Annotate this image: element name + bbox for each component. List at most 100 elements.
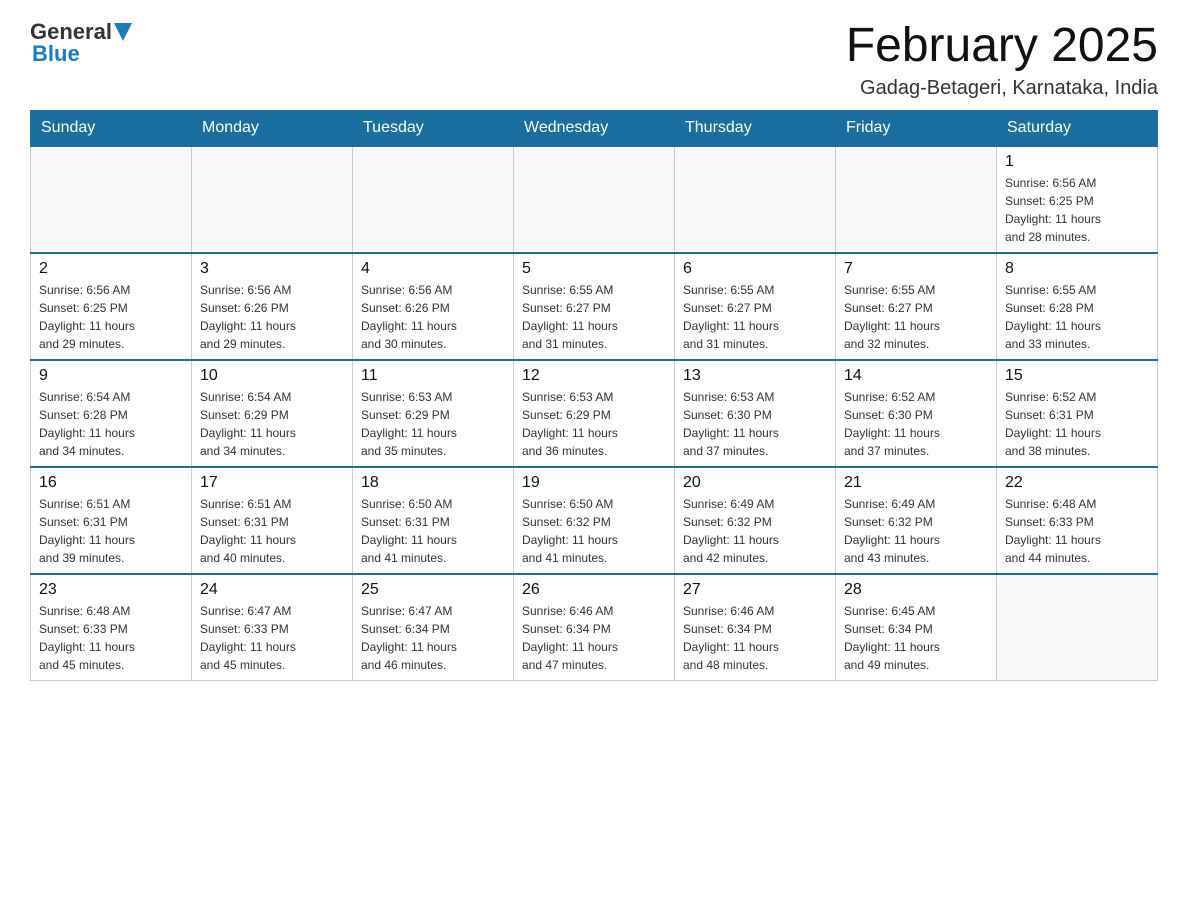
calendar-cell: 1 Sunrise: 6:56 AM Sunset: 6:25 PM Daylig… — [997, 146, 1158, 253]
calendar-cell — [31, 146, 192, 253]
day-number: 3 — [200, 260, 344, 278]
calendar-cell: 25 Sunrise: 6:47 AM Sunset: 6:34 PM Dayli… — [353, 574, 514, 681]
day-info: Sunrise: 6:56 AM Sunset: 6:26 PM Dayligh… — [361, 281, 505, 353]
column-header-friday: Friday — [836, 110, 997, 146]
day-info: Sunrise: 6:48 AM Sunset: 6:33 PM Dayligh… — [39, 602, 183, 674]
day-info: Sunrise: 6:55 AM Sunset: 6:27 PM Dayligh… — [522, 281, 666, 353]
day-info: Sunrise: 6:52 AM Sunset: 6:31 PM Dayligh… — [1005, 388, 1149, 460]
day-info: Sunrise: 6:56 AM Sunset: 6:26 PM Dayligh… — [200, 281, 344, 353]
location-subtitle: Gadag-Betageri, Karnataka, India — [846, 77, 1158, 100]
calendar-cell: 17Sunrise: 6:51 AM Sunset: 6:31 PM Dayli… — [192, 467, 353, 574]
column-header-thursday: Thursday — [675, 110, 836, 146]
day-info: Sunrise: 6:56 AM Sunset: 6:25 PM Dayligh… — [39, 281, 183, 353]
day-number: 18 — [361, 474, 505, 492]
calendar-cell — [997, 574, 1158, 681]
day-info: Sunrise: 6:53 AM Sunset: 6:29 PM Dayligh… — [522, 388, 666, 460]
day-info: Sunrise: 6:56 AM Sunset: 6:25 PM Dayligh… — [1005, 174, 1149, 246]
calendar-cell — [192, 146, 353, 253]
calendar-cell: 4 Sunrise: 6:56 AM Sunset: 6:26 PM Daylig… — [353, 253, 514, 360]
day-number: 14 — [844, 367, 988, 385]
day-info: Sunrise: 6:49 AM Sunset: 6:32 PM Dayligh… — [683, 495, 827, 567]
calendar-cell: 16 Sunrise: 6:51 AM Sunset: 6:31 PM Dayli… — [31, 467, 192, 574]
calendar-cell: 3 Sunrise: 6:56 AM Sunset: 6:26 PM Daylig… — [192, 253, 353, 360]
calendar-cell: 23 Sunrise: 6:48 AM Sunset: 6:33 PM Dayli… — [31, 574, 192, 681]
day-info: Sunrise: 6:47 AM Sunset: 6:34 PM Dayligh… — [361, 602, 505, 674]
calendar-cell: 22 Sunrise: 6:48 AM Sunset: 6:33 PM Dayli… — [997, 467, 1158, 574]
day-number: 23 — [39, 581, 183, 599]
day-info: Sunrise: 6:50 AM Sunset: 6:32 PM Dayligh… — [522, 495, 666, 567]
calendar-cell: 8Sunrise: 6:55 AM Sunset: 6:28 PM Daylig… — [997, 253, 1158, 360]
calendar-cell: 2 Sunrise: 6:56 AM Sunset: 6:25 PM Daylig… — [31, 253, 192, 360]
column-header-tuesday: Tuesday — [353, 110, 514, 146]
calendar-cell: 14 Sunrise: 6:52 AM Sunset: 6:30 PM Dayli… — [836, 360, 997, 467]
day-info: Sunrise: 6:45 AM Sunset: 6:34 PM Dayligh… — [844, 602, 988, 674]
day-number: 4 — [361, 260, 505, 278]
page-header: General Blue February 2025 Gadag-Betager… — [30, 20, 1158, 100]
calendar-week-row: 1 Sunrise: 6:56 AM Sunset: 6:25 PM Daylig… — [31, 146, 1158, 253]
day-info: Sunrise: 6:49 AM Sunset: 6:32 PM Dayligh… — [844, 495, 988, 567]
logo: General Blue — [30, 20, 132, 66]
day-number: 28 — [844, 581, 988, 599]
calendar-week-row: 2 Sunrise: 6:56 AM Sunset: 6:25 PM Daylig… — [31, 253, 1158, 360]
calendar-header-row: SundayMondayTuesdayWednesdayThursdayFrid… — [31, 110, 1158, 146]
day-number: 22 — [1005, 474, 1149, 492]
column-header-saturday: Saturday — [997, 110, 1158, 146]
day-number: 1 — [1005, 153, 1149, 171]
day-number: 13 — [683, 367, 827, 385]
day-info: Sunrise: 6:48 AM Sunset: 6:33 PM Dayligh… — [1005, 495, 1149, 567]
calendar-cell: 15 Sunrise: 6:52 AM Sunset: 6:31 PM Dayli… — [997, 360, 1158, 467]
calendar-week-row: 9Sunrise: 6:54 AM Sunset: 6:28 PM Daylig… — [31, 360, 1158, 467]
day-number: 26 — [522, 581, 666, 599]
month-title: February 2025 — [846, 20, 1158, 73]
day-number: 5 — [522, 260, 666, 278]
day-number: 2 — [39, 260, 183, 278]
calendar-cell: 21Sunrise: 6:49 AM Sunset: 6:32 PM Dayli… — [836, 467, 997, 574]
column-header-monday: Monday — [192, 110, 353, 146]
calendar-cell: 9Sunrise: 6:54 AM Sunset: 6:28 PM Daylig… — [31, 360, 192, 467]
day-info: Sunrise: 6:55 AM Sunset: 6:27 PM Dayligh… — [683, 281, 827, 353]
day-number: 15 — [1005, 367, 1149, 385]
day-info: Sunrise: 6:46 AM Sunset: 6:34 PM Dayligh… — [683, 602, 827, 674]
day-number: 7 — [844, 260, 988, 278]
calendar-cell: 20 Sunrise: 6:49 AM Sunset: 6:32 PM Dayli… — [675, 467, 836, 574]
calendar-cell: 11Sunrise: 6:53 AM Sunset: 6:29 PM Dayli… — [353, 360, 514, 467]
calendar-week-row: 23 Sunrise: 6:48 AM Sunset: 6:33 PM Dayli… — [31, 574, 1158, 681]
calendar-cell: 6 Sunrise: 6:55 AM Sunset: 6:27 PM Daylig… — [675, 253, 836, 360]
column-header-wednesday: Wednesday — [514, 110, 675, 146]
day-number: 17 — [200, 474, 344, 492]
day-number: 16 — [39, 474, 183, 492]
logo-triangle-icon — [114, 23, 132, 41]
calendar-cell: 13 Sunrise: 6:53 AM Sunset: 6:30 PM Dayli… — [675, 360, 836, 467]
day-info: Sunrise: 6:52 AM Sunset: 6:30 PM Dayligh… — [844, 388, 988, 460]
calendar-cell: 7 Sunrise: 6:55 AM Sunset: 6:27 PM Daylig… — [836, 253, 997, 360]
calendar-cell — [514, 146, 675, 253]
calendar-cell: 10 Sunrise: 6:54 AM Sunset: 6:29 PM Dayli… — [192, 360, 353, 467]
day-number: 20 — [683, 474, 827, 492]
day-info: Sunrise: 6:53 AM Sunset: 6:29 PM Dayligh… — [361, 388, 505, 460]
calendar-cell: 28 Sunrise: 6:45 AM Sunset: 6:34 PM Dayli… — [836, 574, 997, 681]
calendar-cell: 27 Sunrise: 6:46 AM Sunset: 6:34 PM Dayli… — [675, 574, 836, 681]
day-number: 25 — [361, 581, 505, 599]
day-number: 6 — [683, 260, 827, 278]
day-number: 9 — [39, 367, 183, 385]
day-number: 10 — [200, 367, 344, 385]
calendar-cell: 26Sunrise: 6:46 AM Sunset: 6:34 PM Dayli… — [514, 574, 675, 681]
day-number: 24 — [200, 581, 344, 599]
calendar-cell — [353, 146, 514, 253]
day-info: Sunrise: 6:53 AM Sunset: 6:30 PM Dayligh… — [683, 388, 827, 460]
day-number: 8 — [1005, 260, 1149, 278]
calendar-cell: 5 Sunrise: 6:55 AM Sunset: 6:27 PM Daylig… — [514, 253, 675, 360]
title-section: February 2025 Gadag-Betageri, Karnataka,… — [846, 20, 1158, 100]
calendar-cell: 12Sunrise: 6:53 AM Sunset: 6:29 PM Dayli… — [514, 360, 675, 467]
day-number: 19 — [522, 474, 666, 492]
logo-blue-text: Blue — [32, 42, 80, 66]
day-info: Sunrise: 6:47 AM Sunset: 6:33 PM Dayligh… — [200, 602, 344, 674]
day-info: Sunrise: 6:50 AM Sunset: 6:31 PM Dayligh… — [361, 495, 505, 567]
calendar-table: SundayMondayTuesdayWednesdayThursdayFrid… — [30, 110, 1158, 681]
day-number: 27 — [683, 581, 827, 599]
day-info: Sunrise: 6:55 AM Sunset: 6:27 PM Dayligh… — [844, 281, 988, 353]
day-info: Sunrise: 6:51 AM Sunset: 6:31 PM Dayligh… — [39, 495, 183, 567]
calendar-cell: 24 Sunrise: 6:47 AM Sunset: 6:33 PM Dayli… — [192, 574, 353, 681]
day-info: Sunrise: 6:54 AM Sunset: 6:29 PM Dayligh… — [200, 388, 344, 460]
calendar-week-row: 16 Sunrise: 6:51 AM Sunset: 6:31 PM Dayli… — [31, 467, 1158, 574]
